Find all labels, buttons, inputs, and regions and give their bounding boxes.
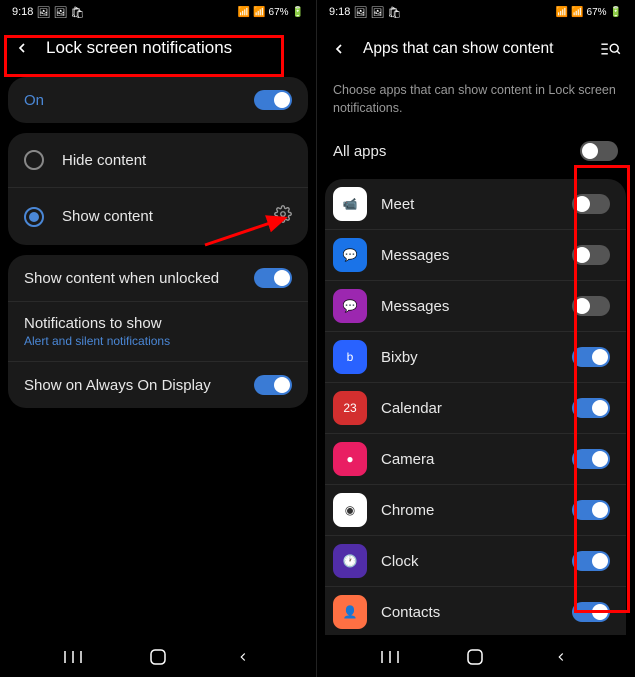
app-name-label: Messages bbox=[381, 247, 558, 264]
app-name-label: Clock bbox=[381, 553, 558, 570]
app-toggle[interactable] bbox=[572, 500, 610, 520]
app-toggle[interactable] bbox=[572, 296, 610, 316]
all-apps-label: All apps bbox=[333, 143, 580, 160]
clock: 9:18 bbox=[12, 6, 33, 18]
unlocked-row[interactable]: Show content when unlocked bbox=[8, 255, 308, 301]
app-toggle[interactable] bbox=[572, 245, 610, 265]
app-row[interactable]: ◉ Chrome bbox=[325, 485, 626, 536]
notif-sub: Alert and silent notifications bbox=[24, 334, 292, 348]
recents-button[interactable] bbox=[62, 646, 84, 668]
app-toggle[interactable] bbox=[572, 347, 610, 367]
app-icon: ◉ bbox=[333, 493, 367, 527]
app-icon: 📹 bbox=[333, 187, 367, 221]
back-nav-button[interactable] bbox=[550, 646, 572, 668]
app-name-label: Meet bbox=[381, 196, 558, 213]
home-button[interactable] bbox=[147, 646, 169, 668]
back-nav-button[interactable] bbox=[232, 646, 254, 668]
clock: 9:18 bbox=[329, 6, 350, 18]
all-apps-row[interactable]: All apps bbox=[317, 127, 634, 175]
app-icon: 🕐 bbox=[333, 544, 367, 578]
recents-button[interactable] bbox=[379, 646, 401, 668]
app-row[interactable]: 23 Calendar bbox=[325, 383, 626, 434]
status-bar: 9:18 🖼🖼🛍 📶📶67%🔋 bbox=[0, 0, 316, 24]
status-bar: 9:18 🖼🖼🛍 📶📶67%🔋 bbox=[317, 0, 634, 24]
app-icon: 23 bbox=[333, 391, 367, 425]
show-radio[interactable] bbox=[24, 207, 44, 227]
show-label: Show content bbox=[62, 208, 268, 225]
app-name-label: Chrome bbox=[381, 502, 558, 519]
app-row[interactable]: 👤 Contacts bbox=[325, 587, 626, 635]
description: Choose apps that can show content in Loc… bbox=[317, 74, 634, 127]
app-icon: 💬 bbox=[333, 238, 367, 272]
back-button[interactable] bbox=[12, 38, 32, 58]
app-icon: ● bbox=[333, 442, 367, 476]
gear-icon[interactable] bbox=[274, 205, 292, 228]
app-name-label: Camera bbox=[381, 451, 558, 468]
app-toggle[interactable] bbox=[572, 551, 610, 571]
app-toggle[interactable] bbox=[572, 398, 610, 418]
app-icon: b bbox=[333, 340, 367, 374]
app-row[interactable]: 📹 Meet bbox=[325, 179, 626, 230]
battery: 67% bbox=[269, 7, 289, 18]
back-button[interactable] bbox=[329, 39, 349, 59]
on-label: On bbox=[24, 92, 254, 109]
app-icon: 👤 bbox=[333, 595, 367, 629]
on-row[interactable]: On bbox=[8, 77, 308, 123]
aod-label: Show on Always On Display bbox=[24, 377, 254, 394]
unlocked-toggle[interactable] bbox=[254, 268, 292, 288]
aod-row[interactable]: Show on Always On Display bbox=[8, 361, 308, 408]
nav-bar bbox=[0, 635, 316, 677]
aod-toggle[interactable] bbox=[254, 375, 292, 395]
nav-bar bbox=[317, 635, 634, 677]
app-row[interactable]: 💬 Messages bbox=[325, 230, 626, 281]
show-content-row[interactable]: Show content bbox=[8, 187, 308, 245]
app-list: 📹 Meet 💬 Messages 💬 Messages b Bixby 23 Calendar ●… bbox=[325, 179, 626, 635]
app-toggle[interactable] bbox=[572, 602, 610, 622]
on-toggle[interactable] bbox=[254, 90, 292, 110]
search-icon[interactable] bbox=[600, 38, 622, 60]
page-title: Lock screen notifications bbox=[46, 38, 304, 58]
notif-label: Notifications to show bbox=[24, 315, 292, 332]
app-name-label: Bixby bbox=[381, 349, 558, 366]
app-row[interactable]: b Bixby bbox=[325, 332, 626, 383]
app-row[interactable]: 🕐 Clock bbox=[325, 536, 626, 587]
battery: 67% bbox=[587, 7, 607, 18]
app-icon: 💬 bbox=[333, 289, 367, 323]
unlocked-label: Show content when unlocked bbox=[24, 270, 254, 287]
app-row[interactable]: ● Camera bbox=[325, 434, 626, 485]
notifications-row[interactable]: Notifications to show Alert and silent n… bbox=[8, 301, 308, 361]
app-toggle[interactable] bbox=[572, 449, 610, 469]
app-row[interactable]: 💬 Messages bbox=[325, 281, 626, 332]
hide-content-row[interactable]: Hide content bbox=[8, 133, 308, 187]
header: Lock screen notifications bbox=[0, 24, 316, 72]
app-name-label: Contacts bbox=[381, 604, 558, 621]
hide-radio[interactable] bbox=[24, 150, 44, 170]
app-toggle[interactable] bbox=[572, 194, 610, 214]
page-title: Apps that can show content bbox=[363, 40, 586, 58]
all-apps-toggle[interactable] bbox=[580, 141, 618, 161]
app-name-label: Messages bbox=[381, 298, 558, 315]
app-name-label: Calendar bbox=[381, 400, 558, 417]
home-button[interactable] bbox=[464, 646, 486, 668]
hide-label: Hide content bbox=[62, 152, 292, 169]
header: Apps that can show content bbox=[317, 24, 634, 74]
